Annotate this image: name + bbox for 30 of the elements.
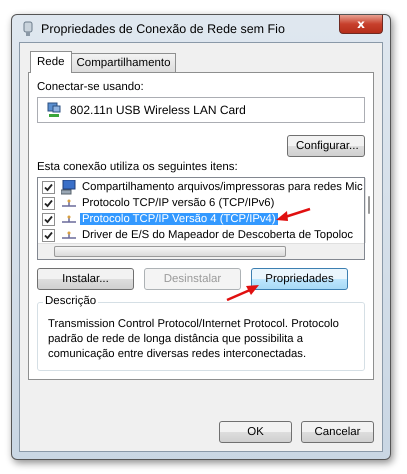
checkbox[interactable]: [42, 196, 55, 210]
computer-icon: [61, 180, 77, 194]
close-button[interactable]: x: [339, 15, 383, 34]
checkbox[interactable]: [42, 212, 55, 226]
network-adapter-icon: [46, 102, 62, 118]
tab[interactable]: Rede: [30, 51, 72, 73]
configure-button[interactable]: Configurar...: [287, 135, 365, 157]
annotation-arrow: [226, 283, 260, 301]
items-label: Esta conexão utiliza os seguintes itens:: [37, 161, 239, 173]
annotation-arrow: [275, 206, 311, 222]
window-title: Propriedades de Conexão de Rede sem Fio: [41, 22, 286, 36]
group-title: Descrição: [43, 295, 98, 307]
tab[interactable]: Compartilhamento: [70, 53, 176, 72]
action-button[interactable]: Propriedades: [251, 268, 348, 290]
description-text: Transmission Control Protocol/Internet Protocol. Protocolo padrão de rede de longa distância que possibilita a comunicação entre diversas redes interconectadas.: [48, 317, 340, 362]
horizontal-scrollbar[interactable]: [38, 243, 364, 259]
connect-label: Conectar-se usando:: [37, 81, 145, 93]
protocol-icon: [61, 199, 77, 207]
network-adapter-icon: [23, 20, 33, 36]
action-button[interactable]: Instalar...: [37, 268, 134, 290]
list-item[interactable]: Compartilhamento arquivos/impressoras para redes Mic: [80, 181, 365, 193]
protocol-icon: [61, 231, 77, 239]
list-item[interactable]: Driver de E/S do Mapeador de Descoberta de Topoloc: [80, 229, 356, 241]
list-item[interactable]: Protocolo TCP/IP versão 6 (TCP/IPv6): [80, 197, 276, 209]
checkbox[interactable]: [42, 228, 55, 242]
dialog-button[interactable]: OK: [219, 421, 292, 443]
protocol-icon: [61, 215, 77, 223]
adapter-name: 802.11n USB Wireless LAN Card: [70, 103, 246, 117]
dialog-button[interactable]: Cancelar: [301, 421, 374, 443]
checkbox[interactable]: [42, 180, 55, 194]
